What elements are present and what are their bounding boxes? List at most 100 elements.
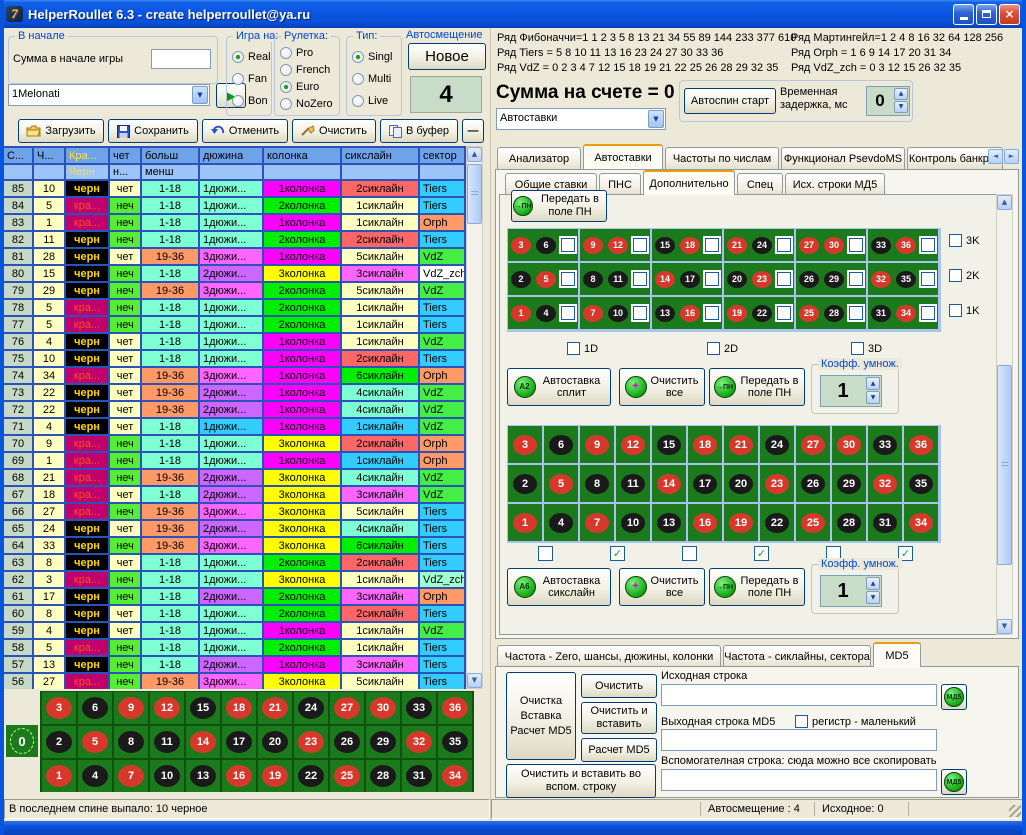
board-cell[interactable]: 12 (616, 426, 650, 463)
transfer-top-button[interactable]: →ПН Передать в поле ПН (511, 190, 607, 222)
board-cell[interactable]: 30 (832, 426, 866, 463)
autobet-sixline-button[interactable]: А6 Автоставка сикслайн (507, 568, 611, 606)
table-row[interactable]: 6821кра...неч19-362дюжи...3колонка4сикла… (4, 470, 466, 487)
board-cell[interactable]: 36 (904, 426, 938, 463)
board-cell[interactable]: 26 (796, 465, 830, 502)
number-chip[interactable]: 24 (752, 237, 772, 254)
number-chip[interactable]: 10 (608, 305, 628, 322)
board-cell[interactable]: 21 (258, 692, 292, 724)
board-cell[interactable]: 5 (78, 726, 112, 758)
sixline-checkbox[interactable]: ✓ (754, 546, 769, 561)
spin-down-icon[interactable]: ▼ (866, 391, 880, 404)
split-checkbox[interactable] (921, 306, 935, 320)
tab-дополнительно[interactable]: Дополнительно (643, 170, 735, 195)
board-cell[interactable]: 3 (42, 692, 76, 724)
board-cell[interactable]: 11 (616, 465, 650, 502)
spin-up-icon[interactable]: ▲ (866, 377, 880, 390)
table-row[interactable]: 691кра...неч1-181дюжи...1колонка1сиклайн… (4, 453, 466, 470)
tabs-scroll-right-icon[interactable]: ► (1004, 149, 1019, 164)
number-chip[interactable]: 8 (583, 271, 603, 288)
board-cell[interactable]: 8 (114, 726, 148, 758)
delay-spinner[interactable]: 0 ▲▼ (866, 86, 910, 116)
table-row[interactable]: 8510чернчет1-181дюжи...1колонка2сиклайнT… (4, 181, 466, 198)
board-cell[interactable]: 16 (222, 760, 256, 792)
close-button[interactable]: × (999, 4, 1020, 25)
radio-live[interactable]: Live (352, 95, 388, 107)
number-chip[interactable]: 5 (536, 271, 556, 288)
split-checkbox[interactable] (777, 272, 791, 286)
board-cell[interactable]: 15 (652, 426, 686, 463)
preset-combo[interactable]: 1Melonati ▼ (8, 84, 210, 106)
board-cell[interactable]: 1 (508, 504, 542, 541)
transfer-pn-button[interactable]: →ПН Передать в поле ПН (709, 368, 805, 406)
number-chip[interactable]: 12 (608, 237, 628, 254)
maximize-button[interactable] (976, 4, 997, 25)
board-cell[interactable]: 35 (904, 465, 938, 502)
board-cell[interactable]: 19 (724, 504, 758, 541)
radio-euro[interactable]: Euro (280, 81, 319, 93)
board-cell[interactable]: 14 (652, 465, 686, 502)
board-cell[interactable]: 13 (186, 760, 220, 792)
table-row[interactable]: 7510чернчет1-181дюжи...1колонка2сиклайнT… (4, 351, 466, 368)
number-chip[interactable]: 9 (583, 237, 603, 254)
spin-down-icon[interactable]: ▼ (894, 101, 908, 113)
table-row[interactable]: 831кра...неч1-181дюжи...1колонка1сиклайн… (4, 215, 466, 232)
start-sum-input[interactable] (151, 49, 211, 69)
board-cell[interactable]: 11 (150, 726, 184, 758)
checkbox[interactable] (567, 342, 580, 355)
board-cell[interactable]: 19 (258, 760, 292, 792)
board-cell[interactable]: 18 (688, 426, 722, 463)
clear-all-button[interactable]: ✦ Очистить все (619, 368, 705, 406)
board-cell[interactable]: 36 (438, 692, 472, 724)
table-row[interactable]: 6627кра...неч19-363дюжи...3колонка5сикла… (4, 504, 466, 521)
board-cell[interactable]: 23 (294, 726, 328, 758)
board-cell[interactable]: 14 (186, 726, 220, 758)
board-cell[interactable]: 12 (150, 692, 184, 724)
radio-multi[interactable]: Multi (352, 73, 391, 85)
board-cell-zero[interactable]: 0 (6, 725, 38, 757)
collapse-button[interactable]: — (462, 119, 484, 143)
board-cell[interactable]: 25 (330, 760, 364, 792)
clear-all-button[interactable]: ✦ Очистить все (619, 568, 705, 606)
number-chip[interactable]: 14 (655, 271, 675, 288)
radio-pro[interactable]: Pro (280, 47, 313, 59)
split-checkbox[interactable] (561, 306, 575, 320)
board-cell[interactable]: 22 (294, 760, 328, 792)
table-row[interactable]: 638чернчет1-181дюжи...2колонка2сиклайнTi… (4, 555, 466, 572)
number-chip[interactable]: 28 (824, 305, 844, 322)
board-cell[interactable]: 10 (150, 760, 184, 792)
number-chip[interactable]: 6 (536, 237, 556, 254)
md5-source-input[interactable] (661, 684, 937, 706)
number-chip[interactable]: 2 (511, 271, 531, 288)
checkbox[interactable] (949, 234, 962, 247)
radio-singl[interactable]: Singl (352, 51, 392, 63)
spin-up-icon[interactable]: ▲ (894, 88, 908, 100)
undo-button[interactable]: Отменить (202, 119, 288, 143)
load-button[interactable]: Загрузить (18, 119, 104, 143)
number-chip[interactable]: 29 (824, 271, 844, 288)
scroll-down-icon[interactable]: ▼ (997, 619, 1012, 634)
split-checkbox[interactable] (561, 238, 575, 252)
minimize-button[interactable] (953, 4, 974, 25)
board-cell[interactable]: 20 (258, 726, 292, 758)
board-cell[interactable]: 25 (796, 504, 830, 541)
radio-french[interactable]: French (280, 64, 330, 76)
board-cell[interactable]: 9 (114, 692, 148, 724)
radio-real[interactable]: Real (232, 51, 271, 63)
table-row[interactable]: 7222чернчет19-362дюжи...1колонка4сиклайн… (4, 402, 466, 419)
number-chip[interactable]: 4 (536, 305, 556, 322)
checkbox[interactable] (949, 269, 962, 282)
autobet-split-button[interactable]: А2 Автоставка сплит (507, 368, 611, 406)
tab-спец[interactable]: Спец (737, 173, 783, 195)
table-row[interactable]: 764чернчет1-181дюжи...1колонка1сиклайнVd… (4, 334, 466, 351)
board-cell[interactable]: 23 (760, 465, 794, 502)
number-chip[interactable]: 31 (871, 305, 891, 322)
md5-aux-run-button[interactable]: МД5 (941, 769, 967, 795)
checkbox[interactable] (851, 342, 864, 355)
table-row[interactable]: 7322чернчет19-362дюжи...1колонка4сиклайн… (4, 385, 466, 402)
board-cell[interactable]: 27 (330, 692, 364, 724)
tab-автоставки[interactable]: Автоставки (583, 144, 663, 169)
bets-combo[interactable]: Автоставки ▼ (496, 108, 666, 130)
new-shift-button[interactable]: Новое (408, 43, 486, 70)
panel-scrollbar[interactable]: ▲ ▼ (996, 194, 1013, 635)
